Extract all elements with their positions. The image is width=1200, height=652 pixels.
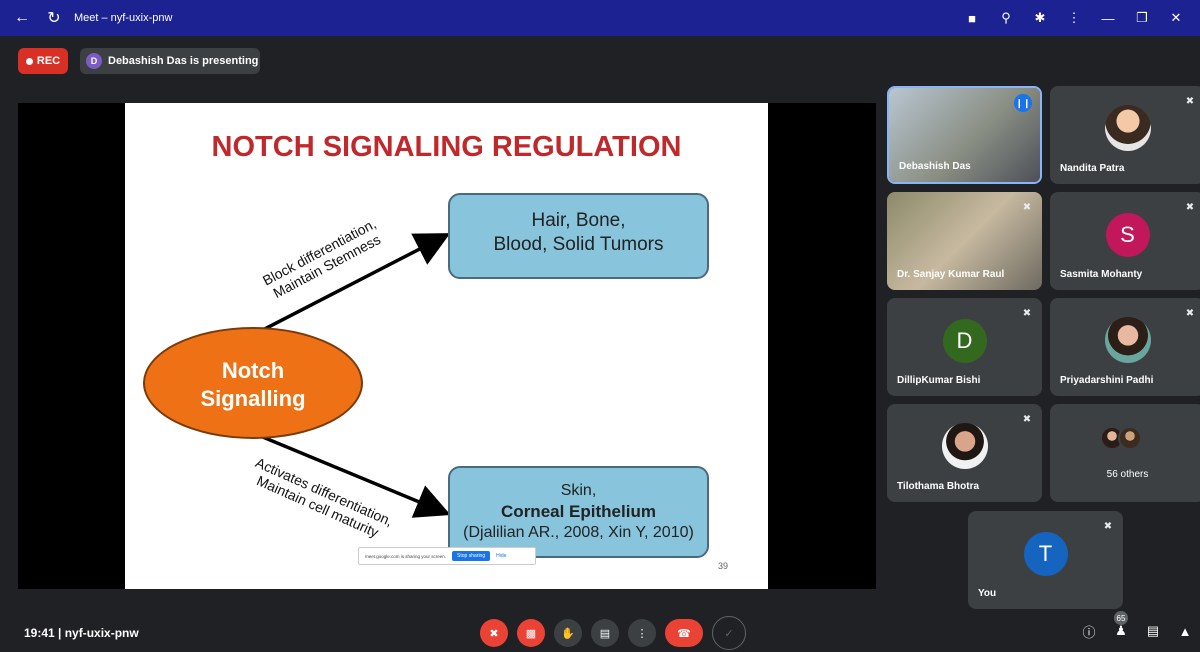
extension-icon[interactable]: ✱ <box>1026 4 1054 32</box>
participant-count-badge: 65 <box>1114 611 1128 625</box>
camera-off-button[interactable]: ▩ <box>517 619 545 647</box>
present-icon: ▤ <box>599 627 611 640</box>
notch-ellipse: Notch Signalling <box>143 327 363 439</box>
maximize-icon[interactable]: ❐ <box>1128 4 1156 32</box>
box1-line1: Hair, Bone, <box>531 210 626 231</box>
participant-name: Debashish Das <box>899 161 971 172</box>
participant-avatar: D <box>942 319 987 363</box>
meet-window: ← ↻ Meet – nyf-uxix-pnw ■ ⚲ ✱ ⋮ — ❐ ✕ RE… <box>0 0 1200 652</box>
raise-hand-button[interactable]: ✋ <box>554 619 582 647</box>
stop-sharing-button[interactable]: Stop sharing <box>452 551 491 561</box>
search-icon[interactable]: ⚲ <box>992 4 1020 32</box>
present-button[interactable]: ▤ <box>591 619 619 647</box>
reload-icon[interactable]: ↻ <box>44 8 64 28</box>
participant-avatar: S <box>1105 213 1150 257</box>
more-options-button[interactable]: ⋮ <box>628 619 656 647</box>
center-line2: Signalling <box>200 386 306 411</box>
window-title: Meet – nyf-uxix-pnw <box>74 12 173 24</box>
presentation-slide: NOTCH SIGNALING REGULATION Hair, Bone, B… <box>125 103 768 589</box>
others-tile[interactable]: 56 others <box>1050 404 1200 502</box>
mic-off-icon: ✖ <box>489 627 499 640</box>
activities-icon[interactable]: ▲ <box>1176 622 1194 640</box>
mic-off-icon: ✖ <box>1022 201 1032 213</box>
check-icon: ✓ <box>724 627 734 640</box>
check-button[interactable]: ✓ <box>712 616 746 650</box>
record-dot-icon <box>25 57 33 65</box>
participant-tile[interactable]: ✖ Tilothama Bhotra <box>887 404 1042 502</box>
outcome-box-bottom: Skin, Corneal Epithelium (Djalilian AR.,… <box>448 466 709 558</box>
participant-tile[interactable]: ❙❙ Debashish Das <box>887 86 1042 184</box>
participant-photo <box>1104 105 1151 151</box>
side-panel-controls: ⓘ ♟ 65 ▤ ▲ <box>1080 611 1194 640</box>
back-arrow-icon[interactable]: ← <box>12 8 32 28</box>
hide-button[interactable]: Hide <box>496 553 506 559</box>
hand-icon: ✋ <box>561 627 575 640</box>
sharing-text: meet.google.com is sharing your screen. <box>365 553 447 559</box>
more-vert-icon[interactable]: ⋮ <box>1060 4 1088 32</box>
slide-page-number: 39 <box>717 561 728 571</box>
slide-title: NOTCH SIGNALING REGULATION <box>211 131 682 163</box>
others-avatars <box>1099 426 1142 450</box>
camera-off-icon: ▩ <box>525 627 537 640</box>
mic-off-icon: ✖ <box>1185 307 1195 319</box>
box1-line2: Blood, Solid Tumors <box>493 234 664 255</box>
presenter-avatar: D <box>86 53 102 69</box>
participant-name: You <box>978 588 997 599</box>
participant-photo <box>941 423 988 469</box>
window-controls: ■ ⚲ ✱ ⋮ — ❐ ✕ <box>952 0 1200 36</box>
participant-name: Tilothama Bhotra <box>897 481 980 492</box>
participant-name: Sasmita Mohanty <box>1060 269 1143 280</box>
participant-tile[interactable]: ✖ D DillipKumar Bishi <box>887 298 1042 396</box>
mic-off-icon: ✖ <box>1022 413 1032 425</box>
participant-tile[interactable]: ✖ Priyadarshini Padhi <box>1050 298 1200 396</box>
mic-off-button[interactable]: ✖ <box>480 619 508 647</box>
leave-call-button[interactable]: ☎ <box>665 619 703 647</box>
participant-photo <box>1104 317 1151 363</box>
mic-off-icon: ✖ <box>1185 95 1195 107</box>
mic-off-icon: ✖ <box>1103 520 1113 532</box>
rec-label: REC <box>36 55 61 67</box>
call-controls: ✖ ▩ ✋ ▤ ⋮ ☎ ✓ <box>480 616 746 650</box>
participant-name: Nandita Patra <box>1060 163 1125 174</box>
close-icon[interactable]: ✕ <box>1162 4 1190 32</box>
participant-tile[interactable]: ✖ S Sasmita Mohanty <box>1050 192 1200 290</box>
self-avatar: T <box>1023 532 1068 576</box>
mic-off-icon: ✖ <box>1022 307 1032 319</box>
outcome-box-top: Hair, Bone, Blood, Solid Tumors <box>448 193 709 279</box>
meeting-info: 19:41 | nyf-uxix-pnw <box>24 626 139 640</box>
hang-up-icon: ☎ <box>677 627 691 640</box>
participant-name: Dr. Sanjay Kumar Raul <box>897 269 1005 280</box>
minimize-icon[interactable]: — <box>1094 4 1122 32</box>
others-count: 56 others <box>1106 469 1149 480</box>
sharing-notification: meet.google.com is sharing your screen. … <box>358 547 536 565</box>
browser-title-bar: ← ↻ Meet – nyf-uxix-pnw ■ ⚲ ✱ ⋮ — ❐ ✕ <box>0 0 1200 36</box>
box2-line3: (Djalilian AR., 2008, Xin Y, 2010) <box>463 524 694 541</box>
participant-name: DillipKumar Bishi <box>897 375 981 386</box>
participant-tile[interactable]: ✖ Nandita Patra <box>1050 86 1200 184</box>
participant-tile[interactable]: ✖ Dr. Sanjay Kumar Raul <box>887 192 1042 290</box>
other-avatar <box>1117 426 1142 450</box>
center-line1: Notch <box>221 358 285 383</box>
box2-line2: Corneal Epithelium <box>501 502 656 521</box>
more-vert-icon: ⋮ <box>636 627 648 640</box>
mic-off-icon: ✖ <box>1185 201 1195 213</box>
self-tile[interactable]: ✖ T You <box>968 511 1123 609</box>
chat-icon[interactable]: ▤ <box>1144 622 1162 640</box>
box2-line1: Skin, <box>560 482 597 499</box>
presenting-indicator[interactable]: D Debashish Das is presenting <box>80 48 260 74</box>
speaking-icon: ❙❙ <box>1014 94 1032 112</box>
bottom-toolbar: 19:41 | nyf-uxix-pnw ✖ ▩ ✋ ▤ ⋮ ☎ ✓ ⓘ ♟ 65… <box>0 611 1200 652</box>
rec-badge[interactable]: REC <box>18 48 68 74</box>
people-icon[interactable]: ♟ 65 <box>1112 611 1130 640</box>
recording-bar: REC D Debashish Das is presenting <box>0 46 1200 76</box>
camera-icon[interactable]: ■ <box>958 4 986 32</box>
presenting-text: Debashish Das is presenting <box>108 55 259 67</box>
info-icon[interactable]: ⓘ <box>1080 622 1098 640</box>
participant-name: Priyadarshini Padhi <box>1060 375 1154 386</box>
